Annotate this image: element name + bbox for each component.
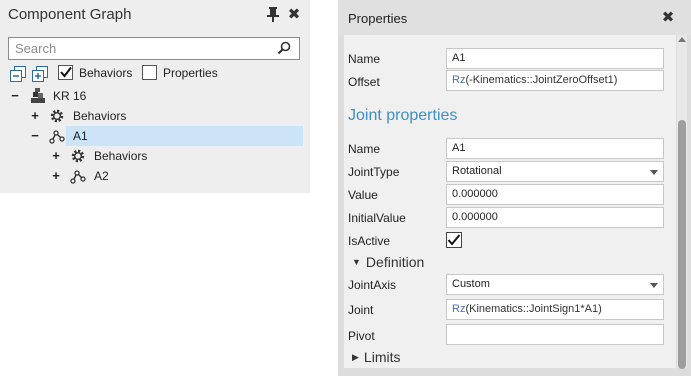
link-icon bbox=[49, 128, 65, 144]
robot-icon bbox=[30, 88, 46, 104]
behaviors-checkbox-label: Behaviors bbox=[79, 66, 133, 80]
jointaxis-select[interactable]: Custom bbox=[446, 274, 664, 295]
properties-panel: Properties ✖ Name A1 Offset Rz(-Kinemati… bbox=[338, 0, 691, 376]
isactive-label: IsActive bbox=[348, 234, 391, 248]
initialvalue-label: InitialValue bbox=[348, 211, 406, 225]
definition-group-header[interactable]: ▼ Definition bbox=[352, 254, 424, 270]
expand-toggle[interactable]: + bbox=[51, 166, 61, 186]
behaviors-checkbox[interactable] bbox=[58, 65, 73, 80]
offset-rz: Rz bbox=[452, 74, 466, 86]
limits-group-header[interactable]: ▶ Limits bbox=[352, 349, 400, 365]
tree-item-kr16[interactable]: − KR 16 bbox=[0, 86, 310, 106]
close-icon[interactable]: ✖ bbox=[286, 6, 302, 24]
scroll-up-arrow-icon[interactable] bbox=[678, 37, 686, 42]
expand-toggle[interactable]: + bbox=[30, 106, 40, 126]
limits-header-label: Limits bbox=[363, 349, 401, 365]
properties-body: Name A1 Offset Rz(-Kinematics::JointZero… bbox=[344, 35, 676, 368]
offset-expression: (-Kinematics::JointZeroOffset1) bbox=[465, 74, 618, 86]
tree-item-a1[interactable]: A1 bbox=[66, 126, 303, 146]
isactive-checkbox[interactable] bbox=[446, 232, 462, 248]
tree-item-a2[interactable]: + A2 bbox=[0, 166, 310, 186]
name-field[interactable]: A1 bbox=[446, 48, 664, 69]
initialvalue-field[interactable]: 0.000000 bbox=[446, 207, 664, 228]
link-icon bbox=[70, 168, 86, 184]
properties-scrollbar[interactable] bbox=[677, 35, 687, 369]
definition-header-label: Definition bbox=[365, 254, 425, 270]
joint-properties-title: Joint properties bbox=[348, 107, 458, 124]
jointtype-select[interactable]: Rotational bbox=[446, 161, 664, 182]
tree-item-behaviors[interactable]: + Behaviors bbox=[0, 146, 310, 166]
pivot-label: Pivot bbox=[348, 329, 375, 343]
expand-toggle[interactable]: + bbox=[51, 146, 61, 166]
properties-checkbox-label: Properties bbox=[163, 66, 218, 80]
search-input[interactable] bbox=[9, 38, 259, 59]
joint-label: Joint bbox=[348, 303, 374, 317]
tree-item-label: A1 bbox=[73, 129, 88, 143]
collapse-toggle[interactable]: − bbox=[10, 86, 20, 106]
pin-icon[interactable] bbox=[265, 6, 281, 24]
triangle-right-icon: ▶ bbox=[352, 352, 359, 362]
search-box bbox=[8, 37, 300, 60]
graph-toolbar: Behaviors Properties bbox=[10, 64, 300, 84]
collapse-toggle[interactable]: − bbox=[30, 126, 40, 146]
component-graph-title: Component Graph bbox=[8, 6, 132, 23]
offset-field[interactable]: Rz(-Kinematics::JointZeroOffset1) bbox=[446, 70, 664, 91]
tree-item-label: Behaviors bbox=[73, 109, 127, 123]
gear-icon bbox=[70, 148, 86, 164]
component-graph-panel: Component Graph ✖ Behaviors Properties −… bbox=[0, 0, 310, 193]
joint-name-label: Name bbox=[348, 142, 381, 156]
jointtype-label: JointType bbox=[348, 165, 400, 179]
name-label: Name bbox=[348, 52, 381, 66]
properties-title: Properties bbox=[348, 11, 408, 26]
jointaxis-label: JointAxis bbox=[348, 278, 397, 292]
joint-expression: (Kinematics::JointSign1*A1) bbox=[465, 303, 602, 315]
joint-expression-field[interactable]: Rz(Kinematics::JointSign1*A1) bbox=[446, 299, 664, 320]
triangle-down-icon: ▼ bbox=[352, 257, 361, 267]
collapse-all-icon[interactable] bbox=[10, 66, 26, 82]
offset-label: Offset bbox=[348, 75, 380, 89]
tree-item-label: KR 16 bbox=[53, 89, 87, 103]
properties-header: Properties ✖ bbox=[338, 0, 691, 35]
tree-item-behaviors[interactable]: + Behaviors bbox=[0, 106, 310, 126]
joint-name-field[interactable]: A1 bbox=[446, 138, 664, 159]
joint-rz: Rz bbox=[452, 303, 466, 315]
tree-item-label: Behaviors bbox=[94, 149, 148, 163]
value-label: Value bbox=[348, 188, 378, 202]
tree-item-label: A2 bbox=[94, 169, 109, 183]
expand-all-icon[interactable] bbox=[32, 66, 48, 82]
search-icon[interactable] bbox=[277, 41, 291, 55]
pivot-field[interactable] bbox=[446, 324, 664, 345]
component-graph-header: Component Graph ✖ bbox=[0, 0, 310, 32]
scrollbar-thumb[interactable] bbox=[678, 120, 686, 369]
value-field[interactable]: 0.000000 bbox=[446, 184, 664, 205]
gear-icon bbox=[49, 108, 65, 124]
close-icon[interactable]: ✖ bbox=[660, 9, 676, 27]
properties-checkbox[interactable] bbox=[142, 65, 157, 80]
